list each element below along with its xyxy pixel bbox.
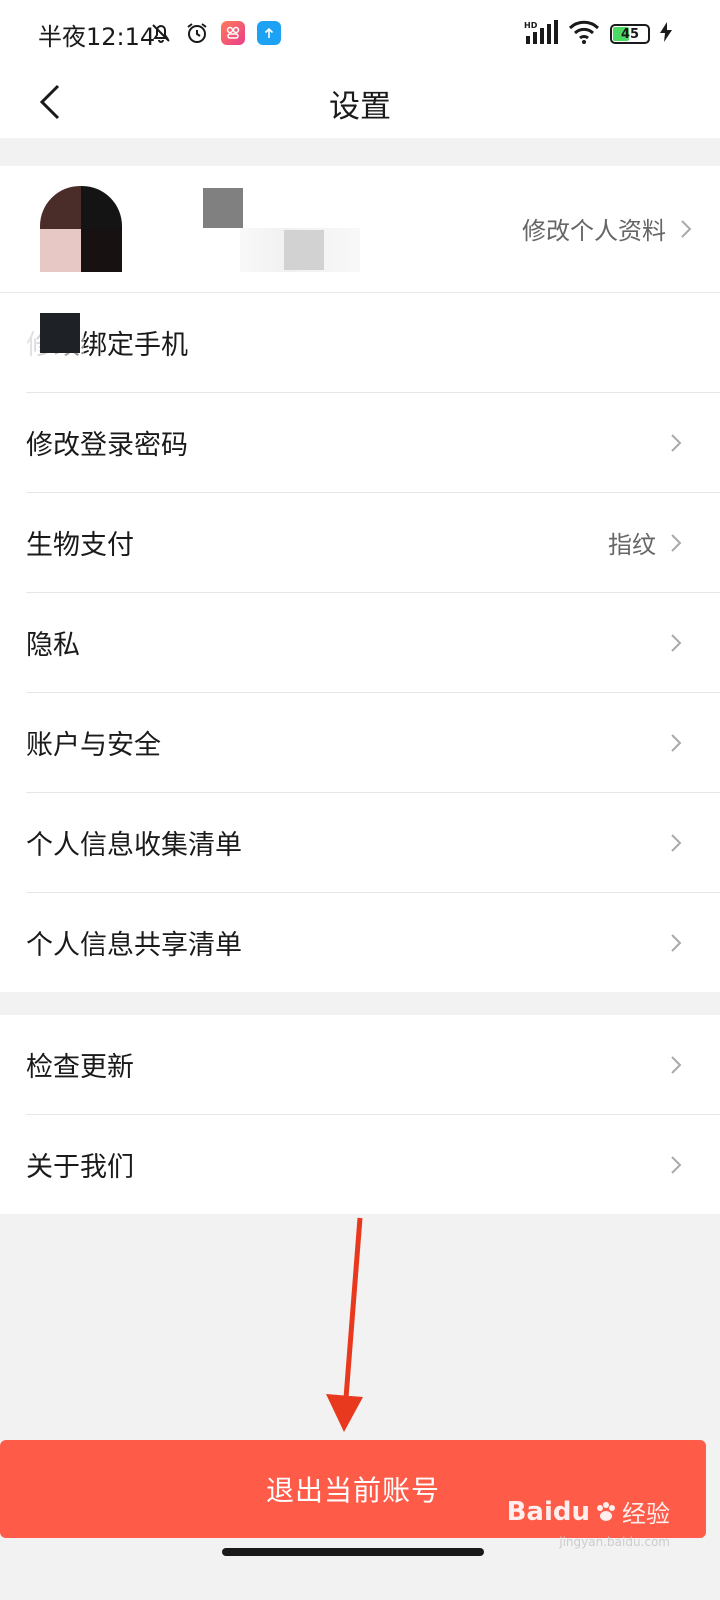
settings-row-bind-phone[interactable]: 修改绑定手机	[26, 293, 720, 393]
chevron-right-icon	[671, 633, 682, 652]
app-icon-blue	[256, 20, 282, 46]
charging-icon	[660, 22, 672, 46]
chevron-right-icon	[671, 833, 682, 852]
settings-row-account-security[interactable]: 账户与安全	[26, 693, 720, 793]
status-icons-right: HD 45	[524, 20, 672, 48]
chevron-right-icon	[671, 1155, 682, 1174]
paw-icon	[597, 1501, 615, 1521]
battery-level: 45	[620, 26, 640, 42]
row-label: 检查更新	[26, 1052, 134, 1083]
bell-off-icon	[148, 20, 174, 46]
home-indicator[interactable]	[222, 1548, 484, 1556]
userid-blur-block	[284, 230, 324, 270]
page-title: 设置	[329, 89, 391, 125]
settings-row-login-password[interactable]: 修改登录密码	[26, 393, 720, 493]
row-label: 个人信息共享清单	[26, 930, 242, 961]
settings-group-account: 修改个人资料 修改绑定手机 修改登录密码 生物支付 指纹 隐私 账户与安全 个人…	[0, 166, 720, 992]
chevron-right-icon	[671, 733, 682, 752]
status-bar: 半夜12:14 HD 45	[0, 0, 720, 66]
chevron-right-icon	[671, 533, 682, 552]
row-label: 个人信息收集清单	[26, 830, 242, 861]
settings-row-info-collection[interactable]: 个人信息收集清单	[26, 793, 720, 893]
baidu-watermark: Baidu 经验	[507, 1494, 670, 1529]
chevron-right-icon	[671, 433, 682, 452]
status-time: 半夜12:14	[38, 23, 156, 51]
settings-row-privacy[interactable]: 隐私	[26, 593, 720, 693]
row-value: 指纹	[608, 531, 656, 559]
edit-profile-label: 修改个人资料	[522, 217, 666, 245]
hd-signal-icon: HD	[524, 20, 558, 48]
settings-row-about[interactable]: 关于我们	[26, 1115, 720, 1214]
chevron-right-icon	[671, 933, 682, 952]
avatar[interactable]	[40, 186, 122, 272]
wifi-icon	[568, 20, 600, 48]
watermark-sub: 经验	[622, 1500, 670, 1528]
settings-row-info-sharing[interactable]: 个人信息共享清单	[26, 893, 720, 992]
row-label: 账户与安全	[26, 730, 161, 761]
settings-group-app: 检查更新 关于我们	[0, 1015, 720, 1214]
chevron-right-icon	[671, 1055, 682, 1074]
logout-label: 退出当前账号	[265, 1474, 440, 1507]
row-label: 关于我们	[26, 1152, 134, 1183]
svg-text:HD: HD	[524, 21, 538, 30]
settings-row-biometric-pay[interactable]: 生物支付 指纹	[26, 493, 720, 593]
privacy-blur-block	[40, 313, 80, 353]
username-blur-block	[203, 188, 243, 228]
alarm-icon	[184, 20, 210, 46]
watermark-text: Baidu	[506, 1496, 590, 1527]
row-label: 修改登录密码	[26, 430, 188, 461]
status-icons-left	[148, 20, 282, 46]
app-icon-pink	[220, 20, 246, 46]
battery-icon: 45	[610, 24, 650, 44]
chevron-right-icon	[681, 219, 692, 238]
profile-row[interactable]: 修改个人资料	[0, 166, 720, 293]
row-label: 隐私	[26, 630, 80, 661]
row-label: 生物支付	[26, 530, 134, 561]
nav-bar: 设置	[0, 66, 720, 138]
watermark-url: jingyan.baidu.com	[559, 1535, 670, 1549]
edit-profile-link[interactable]: 修改个人资料	[522, 211, 692, 246]
settings-row-check-update[interactable]: 检查更新	[26, 1015, 720, 1115]
